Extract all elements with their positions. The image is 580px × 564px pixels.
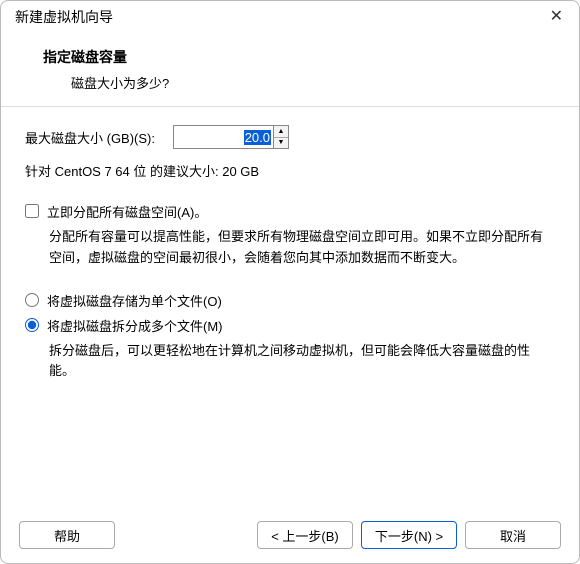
allocate-now-checkbox[interactable] xyxy=(25,204,39,218)
store-single-file-label[interactable]: 将虚拟磁盘存储为单个文件(O) xyxy=(47,291,222,310)
close-icon[interactable]: ✕ xyxy=(546,7,567,27)
disk-size-stepper[interactable]: 20.0 ▲ ▼ xyxy=(173,125,289,149)
window-title: 新建虚拟机向导 xyxy=(15,7,113,27)
next-button[interactable]: 下一步(N) > xyxy=(361,521,457,549)
split-multiple-files-label[interactable]: 将虚拟磁盘拆分成多个文件(M) xyxy=(47,316,223,335)
spin-down-button[interactable]: ▼ xyxy=(274,138,288,149)
allocate-now-description: 分配所有容量可以提高性能，但要求所有物理磁盘空间立即可用。如果不立即分配所有空间… xyxy=(49,227,555,269)
back-button[interactable]: < 上一步(B) xyxy=(257,521,353,549)
split-multiple-files-radio[interactable] xyxy=(25,318,39,332)
disk-size-value: 20.0 xyxy=(244,130,271,145)
store-single-file-radio[interactable] xyxy=(25,293,39,307)
help-button[interactable]: 帮助 xyxy=(19,521,115,549)
page-subtitle: 磁盘大小为多少? xyxy=(71,73,549,92)
recommended-size-hint: 针对 CentOS 7 64 位 的建议大小: 20 GB xyxy=(25,161,555,180)
split-description: 拆分磁盘后，可以更轻松地在计算机之间移动虚拟机，但可能会降低大容量磁盘的性能。 xyxy=(49,341,555,383)
disk-size-label: 最大磁盘大小 (GB)(S): xyxy=(25,128,155,147)
disk-size-input[interactable]: 20.0 xyxy=(173,125,273,149)
spin-up-button[interactable]: ▲ xyxy=(274,126,288,138)
allocate-now-label[interactable]: 立即分配所有磁盘空间(A)。 xyxy=(47,202,207,221)
page-title: 指定磁盘容量 xyxy=(43,47,549,67)
cancel-button[interactable]: 取消 xyxy=(465,521,561,549)
